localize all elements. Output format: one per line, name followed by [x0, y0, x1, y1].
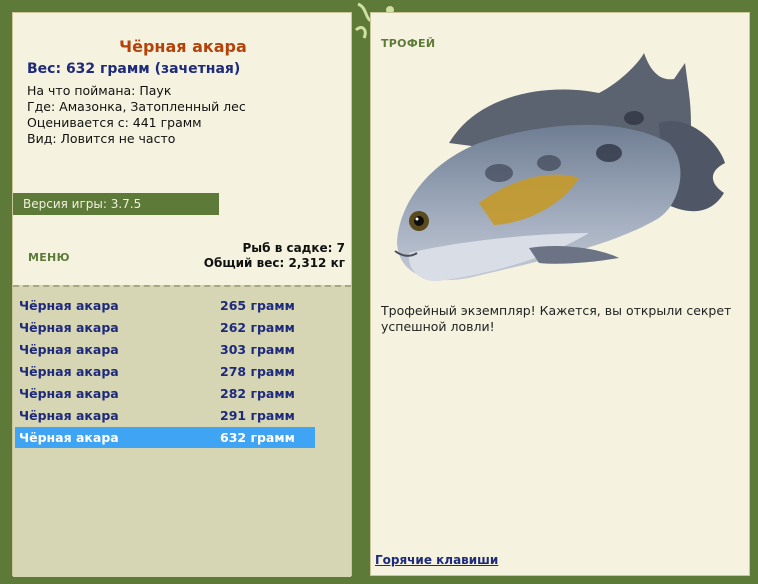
- catch-panel: Чёрная акара Вес: 632 грамм (зачетная) Н…: [12, 12, 352, 577]
- fish-list-item-name: Чёрная акара: [19, 320, 119, 335]
- trophy-description: Трофейный экземпляр! Кажется, вы открыли…: [381, 303, 732, 334]
- cage-count: Рыб в садке: 7: [242, 241, 346, 255]
- place-line: Где: Амазонка, Затопленный лес: [27, 99, 246, 114]
- trophy-label: ТРОФЕЙ: [381, 37, 436, 50]
- fish-list-item-name: Чёрная акара: [19, 430, 119, 445]
- fish-info: На что поймана: Паук Где: Амазонка, Зато…: [27, 83, 246, 147]
- trophy-panel: ТРОФЕЙ Трофейный экземпляр! Кажется, вы …: [370, 12, 750, 576]
- fish-title: Чёрная акара: [119, 37, 247, 56]
- menu-button[interactable]: МЕНЮ: [28, 251, 70, 264]
- fish-list-item-weight: 282 грамм: [220, 386, 295, 401]
- fish-list-item-name: Чёрная акара: [19, 298, 119, 313]
- fish-list-item-name: Чёрная акара: [19, 408, 119, 423]
- fish-list: Чёрная акара 265 грамм Чёрная акара 262 гра…: [13, 285, 351, 577]
- version-bar: Версия игры: 3.7.5: [13, 193, 219, 215]
- fish-list-item-weight: 278 грамм: [220, 364, 295, 379]
- fish-list-item-weight: 265 грамм: [220, 298, 295, 313]
- fish-list-item-name: Чёрная акара: [19, 386, 119, 401]
- fish-list-item-name: Чёрная акара: [19, 364, 119, 379]
- fish-image: [394, 53, 725, 282]
- cage-total-weight: Общий вес: 2,312 кг: [203, 256, 345, 270]
- fish-list-item[interactable]: Чёрная акара 278 грамм: [15, 361, 315, 382]
- fish-list-item[interactable]: Чёрная акара 632 грамм: [15, 427, 315, 448]
- fish-list-item[interactable]: Чёрная акара 262 грамм: [15, 317, 315, 338]
- frequency-line: Вид: Ловится не часто: [27, 131, 176, 146]
- fish-list-item-weight: 303 грамм: [220, 342, 295, 357]
- fish-list-item[interactable]: Чёрная акара 282 грамм: [15, 383, 315, 404]
- value-line: Оценивается с: 441 грамм: [27, 115, 202, 130]
- hotkeys-link[interactable]: Горячие клавиши: [375, 553, 498, 567]
- fish-list-item[interactable]: Чёрная акара 265 грамм: [15, 295, 315, 316]
- fish-weight: Вес: 632 грамм (зачетная): [27, 61, 241, 77]
- fish-list-item-weight: 291 грамм: [220, 408, 295, 423]
- fish-list-item[interactable]: Чёрная акара 303 грамм: [15, 339, 315, 360]
- fish-list-item[interactable]: Чёрная акара 291 грамм: [15, 405, 315, 426]
- fish-list-item-weight: 262 грамм: [220, 320, 295, 335]
- bait-line: На что поймана: Паук: [27, 83, 172, 98]
- fish-list-item-weight: 632 грамм: [220, 430, 295, 445]
- fish-list-item-name: Чёрная акара: [19, 342, 119, 357]
- cage-summary: Рыб в садке: 7 Общий вес: 2,312 кг: [204, 241, 345, 271]
